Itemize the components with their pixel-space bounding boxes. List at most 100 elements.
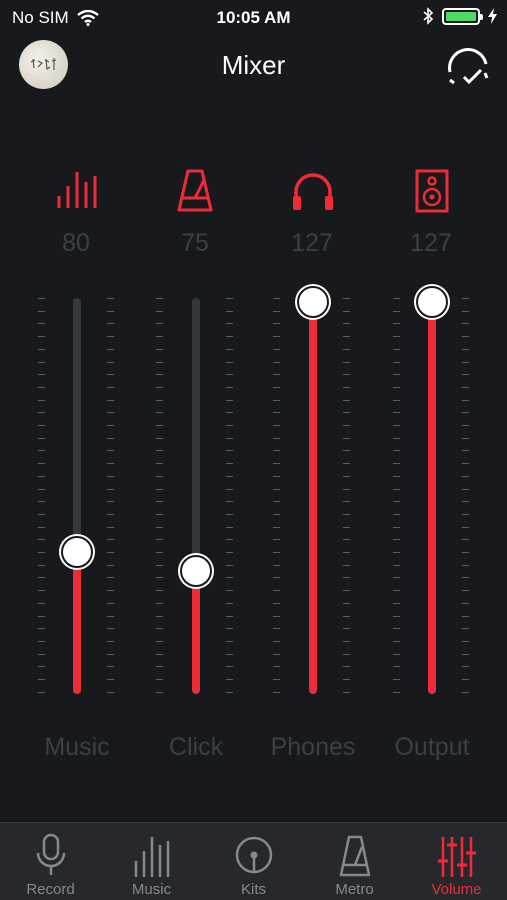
scale-tick bbox=[393, 348, 400, 350]
scale-tick bbox=[462, 450, 469, 452]
scale-tick bbox=[343, 475, 350, 477]
scale-tick bbox=[38, 539, 45, 541]
tab-record[interactable]: Record bbox=[0, 823, 101, 900]
phones-slider-knob[interactable] bbox=[297, 286, 329, 318]
phones-volume-slider[interactable] bbox=[297, 286, 329, 694]
scale-tick bbox=[273, 475, 280, 477]
tab-kits[interactable]: Kits bbox=[203, 823, 304, 900]
output-volume-slider[interactable] bbox=[416, 286, 448, 694]
output-slider-knob[interactable] bbox=[416, 286, 448, 318]
tab-metro-label: Metro bbox=[335, 881, 374, 898]
click-volume-slider[interactable] bbox=[180, 298, 212, 694]
phones-level-value: 127 bbox=[291, 229, 333, 257]
scale-tick bbox=[393, 513, 400, 515]
click-channel-metronome-icon bbox=[177, 169, 213, 212]
tab-volume[interactable]: Volume bbox=[406, 823, 507, 900]
scale-tick bbox=[343, 374, 350, 376]
scale-tick bbox=[107, 475, 114, 477]
scale-tick bbox=[38, 488, 45, 490]
scale-tick bbox=[107, 336, 114, 338]
scale-tick bbox=[107, 412, 114, 414]
scale-tick bbox=[273, 425, 280, 426]
scale-tick bbox=[343, 691, 350, 693]
scale-tick bbox=[226, 653, 233, 655]
scale-tick bbox=[107, 640, 114, 642]
scale-tick bbox=[38, 475, 45, 477]
scale-tick bbox=[343, 437, 350, 439]
scale-tick bbox=[343, 564, 350, 566]
scale-tick bbox=[462, 640, 469, 642]
scale-tick bbox=[107, 348, 114, 350]
tab-metro[interactable]: Metro bbox=[304, 823, 405, 900]
scale-tick bbox=[393, 564, 400, 566]
phones-slider-fill bbox=[309, 302, 317, 694]
scale-tick bbox=[226, 323, 233, 325]
output-channel-speaker-icon bbox=[415, 169, 449, 213]
scale-tick bbox=[156, 501, 163, 503]
scale-tick bbox=[107, 323, 114, 325]
sliders-icon bbox=[438, 837, 476, 877]
scale-tick bbox=[156, 577, 163, 579]
scale-tick bbox=[343, 590, 350, 592]
scale-tick bbox=[38, 679, 45, 680]
scale-tick bbox=[462, 310, 469, 312]
click-slider-fill bbox=[192, 571, 200, 694]
scale-tick bbox=[38, 348, 45, 350]
scale-tick bbox=[462, 691, 469, 693]
scale-tick bbox=[156, 526, 163, 528]
click-slider-knob[interactable] bbox=[180, 555, 212, 587]
scale-tick bbox=[226, 640, 233, 642]
metronome-icon bbox=[339, 835, 371, 877]
scale-tick bbox=[38, 298, 45, 299]
scale-tick bbox=[38, 552, 45, 553]
scale-tick bbox=[273, 691, 280, 693]
bluetooth-icon bbox=[423, 7, 434, 25]
scale-tick bbox=[38, 666, 45, 668]
scale-tick bbox=[393, 323, 400, 325]
scale-tick bbox=[343, 513, 350, 515]
tab-music[interactable]: Music bbox=[101, 823, 202, 900]
scale-tick bbox=[343, 323, 350, 325]
scale-tick bbox=[273, 501, 280, 503]
scale-tick bbox=[462, 399, 469, 401]
scale-tick bbox=[462, 361, 469, 363]
scale-tick bbox=[38, 653, 45, 655]
scale-tick bbox=[226, 615, 233, 617]
scale-tick bbox=[107, 298, 114, 299]
scale-tick bbox=[343, 501, 350, 503]
scale-tick bbox=[226, 450, 233, 452]
scale-tick bbox=[226, 336, 233, 338]
scale-tick bbox=[38, 628, 45, 630]
scale-tick bbox=[156, 336, 163, 338]
scale-tick bbox=[226, 564, 233, 566]
scale-tick bbox=[393, 399, 400, 401]
check-arc-icon[interactable] bbox=[445, 44, 491, 90]
scale-tick bbox=[226, 310, 233, 312]
scale-tick bbox=[156, 386, 163, 388]
scale-tick bbox=[343, 310, 350, 312]
scale-tick bbox=[226, 437, 233, 439]
scale-tick bbox=[273, 399, 280, 401]
scale-tick bbox=[393, 450, 400, 452]
scale-tick bbox=[107, 488, 114, 490]
scale-tick bbox=[107, 615, 114, 617]
scale-tick bbox=[393, 386, 400, 388]
music-volume-slider[interactable] bbox=[61, 298, 93, 694]
charging-icon bbox=[488, 8, 497, 24]
battery-icon bbox=[442, 7, 483, 25]
scale-tick bbox=[273, 310, 280, 312]
output-scale-left bbox=[393, 298, 401, 694]
scale-tick bbox=[156, 475, 163, 477]
click-level-value: 75 bbox=[181, 229, 209, 257]
scale-tick bbox=[226, 399, 233, 401]
scale-tick bbox=[462, 513, 469, 515]
scale-tick bbox=[226, 539, 233, 541]
music-slider-knob[interactable] bbox=[61, 536, 93, 568]
scale-tick bbox=[38, 361, 45, 363]
scale-tick bbox=[462, 425, 469, 426]
nav-bar: Mixer bbox=[0, 34, 507, 98]
click-scale-right bbox=[226, 298, 234, 694]
scale-tick bbox=[343, 412, 350, 414]
scale-tick bbox=[38, 501, 45, 503]
scale-tick bbox=[343, 336, 350, 338]
